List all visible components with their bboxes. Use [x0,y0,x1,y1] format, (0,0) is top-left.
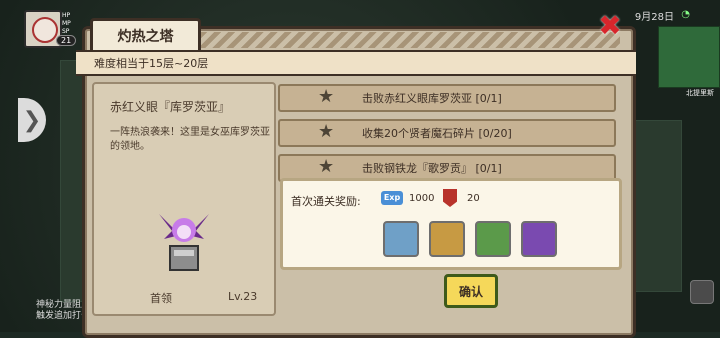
star-icon: ★ [318,121,335,142]
boss-description: 一阵热浪袭来！这里是女巫库罗茨亚的领地。 [110,127,270,152]
dungeon-dialog: 灼热之塔 ✖ 难度相当于15层~20层 赤红义眼『库罗茨亚』 一阵热浪袭来！这里… [76,12,642,338]
ice-staff-icon[interactable] [383,221,419,257]
title-stripe [200,32,620,48]
exp-value: 1000 [409,193,435,204]
reward-label: 首次通关奖励: [291,195,361,208]
exp-icon: Exp [381,191,403,205]
minimap[interactable] [658,26,720,88]
player-stat-bars: HP MP SP [62,12,71,36]
gate-icon[interactable] [521,221,557,257]
objective-item: ★ 收集20个贤者魔石碎片 [0/20] [278,119,616,147]
objective-list: ★ 击败赤红义眼库罗茨亚 [0/1] ★ 收集20个贤者魔石碎片 [0/20] … [278,84,616,189]
player-face [32,17,58,43]
objective-item: ★ 击败赤红义眼库罗茨亚 [0/1] [278,84,616,112]
objective-text: 击败钢铁龙『歌罗贡』 [0/1] [362,162,502,175]
book-icon[interactable] [475,221,511,257]
difficulty-bar: 难度相当于15层~20层 [76,50,636,76]
minimap-label: 北提里斯 [686,89,714,97]
objective-text: 击败赤红义眼库罗茨亚 [0/1] [362,92,502,105]
boss-sprite [159,214,209,271]
boss-level: Lv.23 [228,290,258,303]
honor-value: 20 [467,193,480,204]
sleep-icon[interactable] [690,280,714,304]
star-icon: ★ [318,156,335,177]
objective-text: 收集20个贤者魔石碎片 [0/20] [362,127,512,140]
boss-label: 首领 [150,292,172,305]
reward-box: 首次通关奖励: Exp 1000 20 [280,178,622,270]
confirm-button[interactable]: 确认 [444,274,498,308]
difficulty-text: 难度相当于15层~20层 [94,57,209,70]
star-icon: ★ [318,86,335,107]
guitar-icon[interactable] [429,221,465,257]
honor-icon [443,189,457,207]
dialog-title: 灼热之塔 [90,18,201,54]
hp-label: HP [62,12,71,19]
close-icon[interactable]: ✖ [596,12,624,40]
player-level-badge: 21 [56,35,77,46]
boss-panel: 赤红义眼『库罗茨亚』 一阵热浪袭来！这里是女巫库罗茨亚的领地。 首领 Lv.23 [92,82,276,316]
wifi-icon: ◔ [681,9,690,20]
mp-label: MP [62,20,71,27]
boss-name: 赤红义眼『库罗茨亚』 [110,100,231,114]
